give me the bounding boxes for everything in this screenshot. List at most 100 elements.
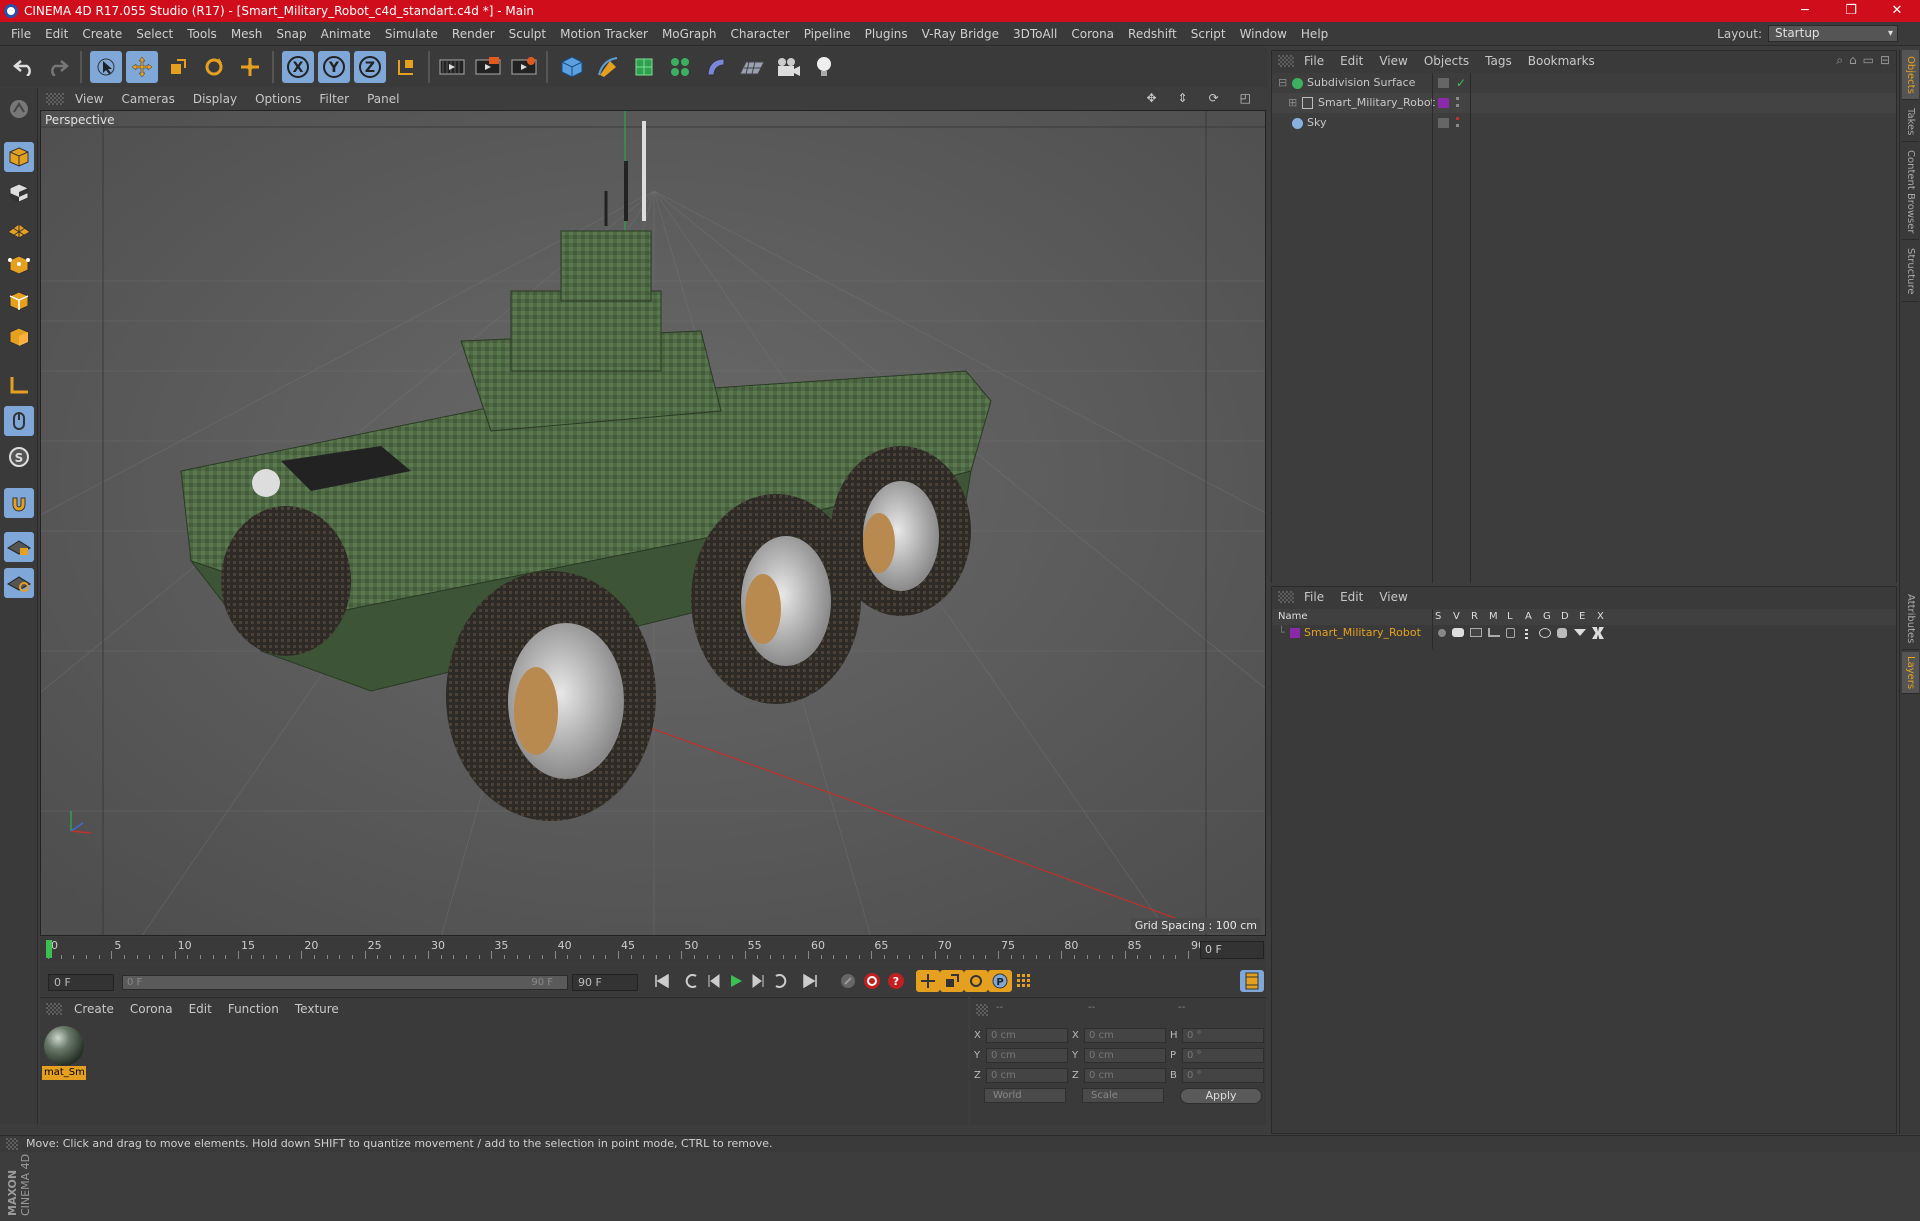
menu-file[interactable]: File <box>4 22 38 46</box>
close-button[interactable]: ✕ <box>1874 0 1920 22</box>
snap-icon[interactable] <box>4 488 34 518</box>
material-menu-texture[interactable]: Texture <box>287 1002 347 1016</box>
xref-toggle-icon[interactable] <box>1592 627 1604 639</box>
deformers-toggle-icon[interactable] <box>1557 628 1567 638</box>
viewport-menu-panel[interactable]: Panel <box>358 92 408 106</box>
3d-viewport[interactable]: Perspective Grid Spacing : 100 cm <box>40 110 1266 936</box>
texture-mode-icon[interactable] <box>4 178 34 208</box>
solo-toggle-icon[interactable] <box>1438 629 1446 637</box>
lm-menu-file[interactable]: File <box>1296 590 1332 604</box>
workplane-lock-icon[interactable] <box>4 532 34 562</box>
expand-icon[interactable]: ⊞ <box>1288 93 1297 113</box>
tab-takes[interactable]: Takes <box>1902 102 1919 142</box>
viewport-menu-cameras[interactable]: Cameras <box>112 92 183 106</box>
om-menu-bookmarks[interactable]: Bookmarks <box>1520 54 1603 68</box>
om-menu-objects[interactable]: Objects <box>1416 54 1477 68</box>
material-menu-create[interactable]: Create <box>66 1002 122 1016</box>
om-menu-view[interactable]: View <box>1371 54 1415 68</box>
pan-view-icon[interactable]: ✥ <box>1137 91 1165 105</box>
view-toggle-icon[interactable] <box>1452 628 1464 637</box>
enabled-check-icon[interactable]: ✓ <box>1456 73 1466 93</box>
tab-structure[interactable]: Structure <box>1902 242 1919 302</box>
menu-simulate[interactable]: Simulate <box>378 22 445 46</box>
scale-tool-icon[interactable] <box>162 51 194 83</box>
go-to-end-icon[interactable] <box>798 970 822 992</box>
layer-row[interactable]: └ Smart_Military_Robot <box>1272 625 1896 641</box>
camera-icon[interactable] <box>772 51 804 83</box>
layout-dropdown[interactable]: Startup <box>1768 25 1898 42</box>
menu-plugins[interactable]: Plugins <box>858 22 915 46</box>
apply-button[interactable]: Apply <box>1180 1088 1262 1104</box>
select-tool-icon[interactable] <box>90 51 122 83</box>
viewport-menu-display[interactable]: Display <box>184 92 246 106</box>
menu-character[interactable]: Character <box>723 22 796 46</box>
menu-render[interactable]: Render <box>445 22 502 46</box>
live-selection-icon[interactable] <box>234 51 266 83</box>
material-swatch[interactable]: mat_Sm <box>42 1024 86 1080</box>
object-row-sky[interactable]: Sky <box>1272 113 1896 133</box>
key-parameter-icon[interactable]: P <box>988 970 1012 992</box>
tab-content-browser[interactable]: Content Browser <box>1902 144 1919 240</box>
step-back-icon[interactable] <box>702 970 726 992</box>
panel-grip-icon[interactable] <box>46 1003 62 1015</box>
z-axis-icon[interactable]: Z <box>354 51 386 83</box>
model-mode-icon[interactable] <box>4 142 34 172</box>
search-icon[interactable]: ⌕ <box>1836 53 1843 68</box>
autokeying-icon[interactable] <box>860 970 884 992</box>
cube-primitive-icon[interactable] <box>556 51 588 83</box>
key-position-icon[interactable] <box>916 970 940 992</box>
key-scale-icon[interactable] <box>940 970 964 992</box>
redo-button[interactable] <box>42 51 74 83</box>
tab-attributes[interactable]: Attributes <box>1902 588 1919 650</box>
menu-mesh[interactable]: Mesh <box>224 22 270 46</box>
om-menu-file[interactable]: File <box>1296 54 1332 68</box>
zoom-view-icon[interactable]: ⇕ <box>1169 91 1197 105</box>
play-forward-icon[interactable] <box>724 970 748 992</box>
preview-range-slider[interactable]: 0 F 90 F <box>122 975 568 990</box>
menu-animate[interactable]: Animate <box>314 22 378 46</box>
rotate-tool-icon[interactable] <box>198 51 230 83</box>
om-menu-tags[interactable]: Tags <box>1477 54 1520 68</box>
pos-y-field[interactable]: 0 cm <box>986 1048 1068 1063</box>
visibility-dot-icon[interactable] <box>1456 117 1459 120</box>
lm-menu-edit[interactable]: Edit <box>1332 590 1371 604</box>
coordinate-space-dropdown[interactable]: World <box>984 1088 1066 1103</box>
end-frame-field[interactable]: 90 F <box>572 974 638 991</box>
lock-toggle-icon[interactable] <box>1506 628 1515 638</box>
object-row-subdivision-surface[interactable]: ⊟ Subdivision Surface ✓ <box>1272 73 1896 93</box>
menu-3dtoall[interactable]: 3DToAll <box>1006 22 1064 46</box>
viewport-menu-options[interactable]: Options <box>246 92 310 106</box>
tab-layers[interactable]: Layers <box>1902 652 1919 694</box>
menu-sculpt[interactable]: Sculpt <box>502 22 553 46</box>
keyframe-selection-icon[interactable]: ? <box>884 970 908 992</box>
panel-grip-icon[interactable] <box>1278 591 1294 603</box>
key-rotation-icon[interactable] <box>964 970 988 992</box>
pos-z-field[interactable]: 0 cm <box>986 1068 1068 1083</box>
make-editable-icon[interactable] <box>4 94 34 124</box>
menu-motion-tracker[interactable]: Motion Tracker <box>553 22 655 46</box>
menu-corona[interactable]: Corona <box>1064 22 1121 46</box>
size-y-field[interactable]: 0 cm <box>1084 1048 1166 1063</box>
y-axis-icon[interactable]: Y <box>318 51 350 83</box>
layer-name[interactable]: Smart_Military_Robot <box>1304 625 1421 641</box>
render-dot-icon[interactable] <box>1456 124 1459 127</box>
coordinate-system-icon[interactable] <box>390 51 422 83</box>
material-menu-function[interactable]: Function <box>220 1002 287 1016</box>
panel-grip-icon[interactable] <box>6 1138 18 1150</box>
floor-icon[interactable] <box>736 51 768 83</box>
collapse-icon[interactable]: ⊟ <box>1278 73 1287 93</box>
size-mode-dropdown[interactable]: Scale <box>1082 1088 1164 1103</box>
layer-color-swatch[interactable] <box>1290 628 1300 638</box>
object-row-smart-military-robot[interactable]: ⊞ Smart_Military_Robot <box>1272 93 1896 113</box>
viewport-menu-filter[interactable]: Filter <box>310 92 358 106</box>
render-region-icon[interactable] <box>472 51 504 83</box>
record-keys-icon[interactable] <box>836 970 860 992</box>
menu-pipeline[interactable]: Pipeline <box>797 22 858 46</box>
deformer-icon[interactable] <box>700 51 732 83</box>
rot-b-field[interactable]: 0 ° <box>1182 1068 1264 1083</box>
tweak-mode-icon[interactable] <box>4 406 34 436</box>
go-to-next-key-icon[interactable] <box>768 970 792 992</box>
om-menu-edit[interactable]: Edit <box>1332 54 1371 68</box>
start-frame-field[interactable]: 0 F <box>48 974 114 991</box>
minimize-button[interactable]: ─ <box>1782 0 1828 22</box>
